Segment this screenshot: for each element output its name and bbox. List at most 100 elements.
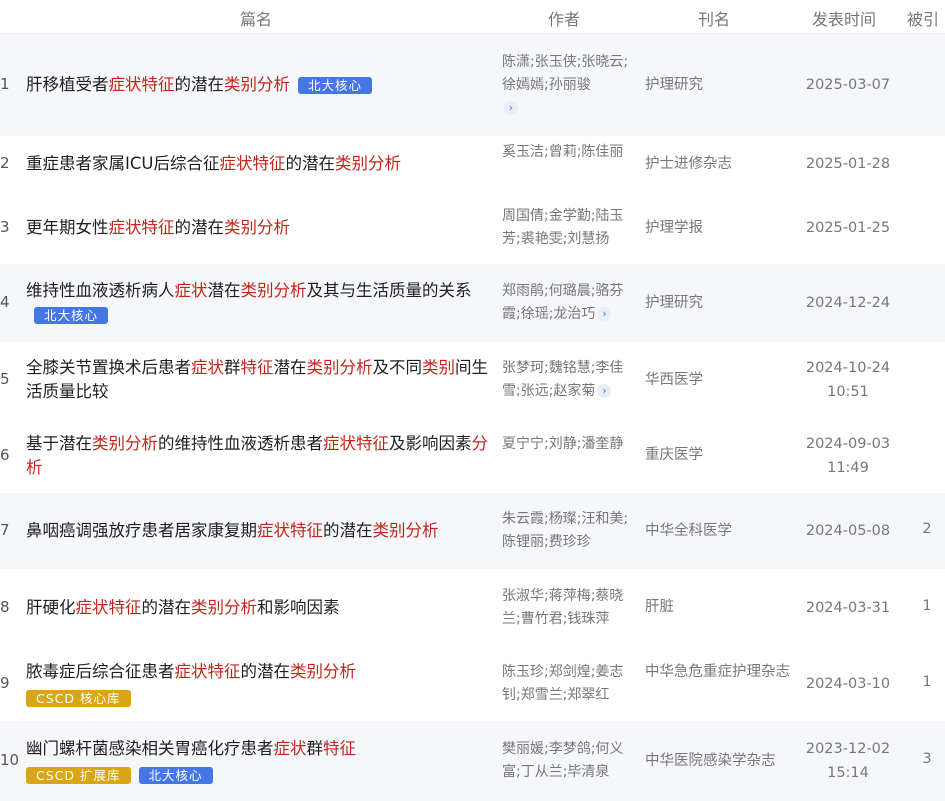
highlight-keyword: 类别分析 xyxy=(290,661,356,681)
authors[interactable]: 樊丽媛;李梦鸽;何义富;丁从兰;毕清泉 xyxy=(502,738,634,784)
highlight-keyword: 类别分析 xyxy=(92,433,158,453)
title-text: 的潜在 xyxy=(174,75,225,94)
highlight-keyword: 症状特征 xyxy=(75,597,142,617)
highlight-keyword: 症状 xyxy=(191,358,224,377)
article-title[interactable]: 更年期女性症状特征的潜在类别分析 xyxy=(26,216,488,240)
row-number: 8 xyxy=(0,597,10,616)
publish-date-day: 2024-10-24 xyxy=(805,360,891,376)
title-text: 和影响因素 xyxy=(257,597,340,617)
highlight-keyword: 症状 xyxy=(174,281,208,300)
journal-name[interactable]: 重庆医学 xyxy=(645,444,795,467)
article-title[interactable]: 肝移植受者症状特征的潜在类别分析 北大核心 xyxy=(26,73,488,97)
header-journal[interactable]: 刊名 xyxy=(698,6,730,30)
row-number: 5 xyxy=(0,370,10,388)
authors[interactable]: 张淑华;蒋萍梅;蔡晓兰;曹竹君;钱珠萍 xyxy=(502,585,634,631)
header-cite[interactable]: 被引 xyxy=(907,6,939,30)
publish-date: 2025-01-28 xyxy=(800,152,896,176)
journal-badge: 北大核心 xyxy=(298,77,373,94)
header-date[interactable]: 发表时间 xyxy=(812,6,876,30)
publish-date: 2024-10-24 10:51 xyxy=(800,356,896,404)
article-title[interactable]: 全膝关节置换术后患者症状群特征潜在类别分析及不同类别间生活质量比较 xyxy=(26,356,488,404)
row-number: 10 xyxy=(0,751,20,769)
header-title[interactable]: 篇名 xyxy=(240,6,272,30)
authors[interactable]: 奚玉洁;曾莉;陈佳丽 xyxy=(502,141,634,164)
title-text: 脓毒症后综合征患者 xyxy=(26,661,175,681)
title-text: 的潜在 xyxy=(174,218,225,237)
authors[interactable]: 郑雨鹃;何璐晨;骆芬霞;徐瑶;龙治巧 › xyxy=(502,280,634,326)
highlight-keyword: 特征 xyxy=(240,358,274,377)
expand-authors-icon[interactable]: › xyxy=(597,307,612,321)
title-text: 的维持性血液透析患者 xyxy=(158,433,323,453)
highlight-keyword: 症状特征 xyxy=(174,661,241,681)
journal-name[interactable]: 肝脏 xyxy=(645,596,795,619)
title-text: 维持性血液透析病人 xyxy=(26,281,175,300)
table-header: 篇名 作者 刊名 发表时间 被引 xyxy=(0,0,945,34)
authors[interactable]: 夏宁宁;刘静;潘奎静 xyxy=(502,433,634,456)
article-title[interactable]: 基于潜在类别分析的维持性血液透析患者症状特征及影响因素分析 xyxy=(26,432,488,480)
title-text: 更年期女性 xyxy=(26,218,109,237)
table-body: 1 肝移植受者症状特征的潜在类别分析 北大核心 陈潇;张玉侠;张晓云;徐嫣嫣;孙丽骏 ›… xyxy=(0,34,945,801)
journal-name[interactable]: 华西医学 xyxy=(645,369,795,392)
expand-authors-icon[interactable]: › xyxy=(597,384,612,398)
title-text: 群 xyxy=(306,739,324,758)
publish-date: 2024-05-08 xyxy=(800,519,896,543)
publish-date-day: 2023-12-02 xyxy=(805,741,891,757)
title-text: 肝硬化 xyxy=(26,597,76,617)
publish-date: 2024-12-24 xyxy=(800,291,896,315)
title-text: 及其与生活质量的关系 xyxy=(306,281,472,300)
table-row: 3 更年期女性症状特征的潜在类别分析 周国倩;金学勤;陆玉芳;裘艳雯;刘慧扬 护理学报… xyxy=(0,192,945,264)
highlight-keyword: 类别分析 xyxy=(240,281,307,300)
article-title[interactable]: 重症患者家属ICU后综合征症状特征的潜在类别分析 xyxy=(26,152,488,176)
publish-date: 2024-09-03 11:49 xyxy=(800,432,896,480)
expand-authors-icon[interactable]: › xyxy=(504,100,518,115)
article-title[interactable]: 维持性血液透析病人症状潜在类别分析及其与生活质量的关系北大核心 xyxy=(26,279,488,327)
authors[interactable]: 周国倩;金学勤;陆玉芳;裘艳雯;刘慧扬 xyxy=(502,205,634,251)
title-text: 及影响因素 xyxy=(389,433,472,453)
authors[interactable]: 陈玉珍;郑剑煌;姜志钊;郑雪兰;郑翠红 xyxy=(502,661,634,707)
article-title[interactable]: 脓毒症后综合征患者症状特征的潜在类别分析 CSCD 核心库 xyxy=(26,660,488,710)
journal-badge: CSCD 核心库 xyxy=(26,689,131,707)
title-text: 及不同 xyxy=(372,358,423,377)
journal-name[interactable]: 护理学报 xyxy=(645,217,795,240)
publish-date-day: 2024-03-10 xyxy=(805,675,891,692)
title-text: 的潜在 xyxy=(285,154,335,173)
journal-name[interactable]: 护士进修杂志 xyxy=(645,153,795,176)
journal-badge: 北大核心 xyxy=(34,307,109,324)
table-row: 5 全膝关节置换术后患者症状群特征潜在类别分析及不同类别间生活质量比较 张梦珂;魏铭… xyxy=(0,342,945,418)
highlight-keyword: 类别分析 xyxy=(372,521,439,540)
article-title[interactable]: 幽门螺杆菌感染相关胃癌化疗患者症状群特征 CSCD 扩展库 北大核心 xyxy=(26,737,488,787)
journal-name[interactable]: 护理研究 xyxy=(645,292,795,315)
title-text: 基于潜在 xyxy=(26,433,92,453)
highlight-keyword: 类别 xyxy=(422,358,455,377)
row-number: 4 xyxy=(0,293,10,311)
article-title[interactable]: 鼻咽癌调强放疗患者居家康复期症状特征的潜在类别分析 xyxy=(26,519,488,543)
journal-name[interactable]: 中华急危重症护理杂志 xyxy=(645,661,795,684)
publish-date-day: 2024-03-31 xyxy=(805,599,891,616)
journal-name[interactable]: 中华医院感染学杂志 xyxy=(645,750,795,773)
title-text: 重症患者家属ICU后综合征 xyxy=(26,154,220,173)
publish-time: 15:14 xyxy=(827,765,869,781)
publish-date: 2023-12-02 15:14 xyxy=(800,737,896,785)
author-list: 樊丽媛;李梦鸽;何义富;丁从兰;毕清泉 xyxy=(502,741,624,780)
journal-name[interactable]: 护理研究 xyxy=(645,74,795,97)
article-title[interactable]: 肝硬化症状特征的潜在类别分析和影响因素 xyxy=(26,596,488,620)
row-number: 3 xyxy=(0,218,10,236)
title-text: 鼻咽癌调强放疗患者居家康复期 xyxy=(26,521,257,540)
table-row: 10 幽门螺杆菌感染相关胃癌化疗患者症状群特征 CSCD 扩展库 北大核心 樊丽媛;李梦… xyxy=(0,721,945,801)
author-list: 夏宁宁;刘静;潘奎静 xyxy=(502,435,624,452)
header-author[interactable]: 作者 xyxy=(548,6,580,30)
citation-count: 2 xyxy=(922,521,932,537)
citation-count: 3 xyxy=(922,751,932,767)
authors[interactable]: 陈潇;张玉侠;张晓云;徐嫣嫣;孙丽骏 › xyxy=(502,51,634,120)
publish-time: 11:49 xyxy=(827,459,869,476)
authors[interactable]: 朱云霞;杨璨;汪和美;陈锂丽;费珍珍 xyxy=(502,508,634,554)
publish-date: 2025-03-07 xyxy=(800,73,896,97)
title-text: 的潜在 xyxy=(240,661,291,681)
authors[interactable]: 张梦珂;魏铭慧;李佳雪;张远;赵家菊 › xyxy=(502,357,634,403)
citation-count: 1 xyxy=(922,673,932,690)
highlight-keyword: 症状特征 xyxy=(323,433,389,453)
citation-count: 1 xyxy=(922,597,932,614)
journal-name[interactable]: 中华全科医学 xyxy=(645,520,795,543)
author-list: 陈潇;张玉侠;张晓云;徐嫣嫣;孙丽骏 xyxy=(502,53,629,93)
row-number: 1 xyxy=(0,75,10,93)
